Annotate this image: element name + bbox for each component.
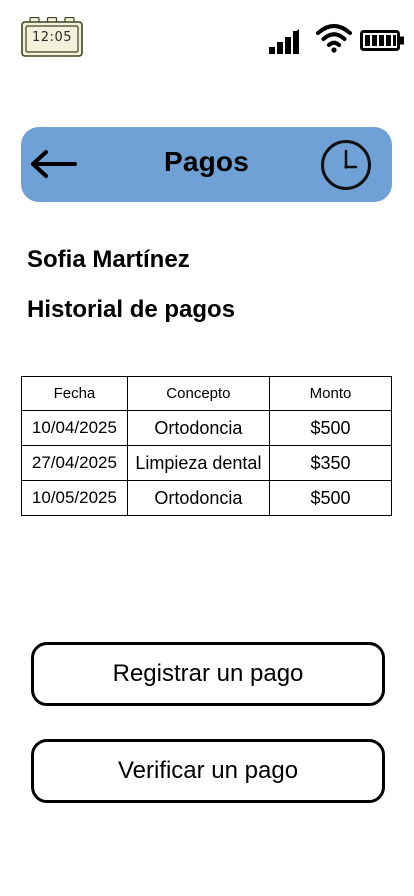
header-bar: Pagos — [21, 127, 392, 202]
register-payment-button[interactable]: Registrar un pago — [31, 642, 385, 706]
status-time: 12:05 — [32, 30, 72, 45]
cell-concepto: Ortodoncia — [126, 410, 270, 446]
signal-icon — [268, 28, 304, 59]
cell-fecha: 27/04/2025 — [21, 445, 128, 481]
battery-icon — [360, 30, 406, 57]
column-header-fecha: Fecha — [21, 376, 128, 411]
cell-monto: $350 — [268, 445, 393, 481]
cell-concepto: Limpieza dental — [126, 445, 270, 481]
wifi-icon — [315, 22, 353, 59]
cell-monto: $500 — [268, 410, 393, 446]
table-row: 10/05/2025 Ortodoncia $500 — [21, 480, 393, 516]
clock-icon — [321, 140, 371, 190]
column-header-monto: Monto — [268, 376, 393, 411]
verify-payment-button[interactable]: Verificar un pago — [31, 739, 385, 803]
payments-table: Fecha Concepto Monto 10/04/2025 Ortodonc… — [21, 376, 393, 516]
table-row: 10/04/2025 Ortodoncia $500 — [21, 410, 393, 446]
history-button[interactable] — [320, 139, 372, 191]
table-row: 27/04/2025 Limpieza dental $350 — [21, 445, 393, 481]
patient-name: Sofia Martínez — [27, 246, 190, 273]
column-header-concepto: Concepto — [126, 376, 270, 411]
status-icons — [268, 22, 408, 56]
status-clock: 12:05 — [21, 17, 83, 57]
table-header-row: Fecha Concepto Monto — [21, 376, 393, 411]
cell-fecha: 10/05/2025 — [21, 480, 128, 516]
cell-monto: $500 — [268, 480, 393, 516]
cell-fecha: 10/04/2025 — [21, 410, 128, 446]
section-title: Historial de pagos — [27, 296, 236, 323]
cell-concepto: Ortodoncia — [126, 480, 270, 516]
